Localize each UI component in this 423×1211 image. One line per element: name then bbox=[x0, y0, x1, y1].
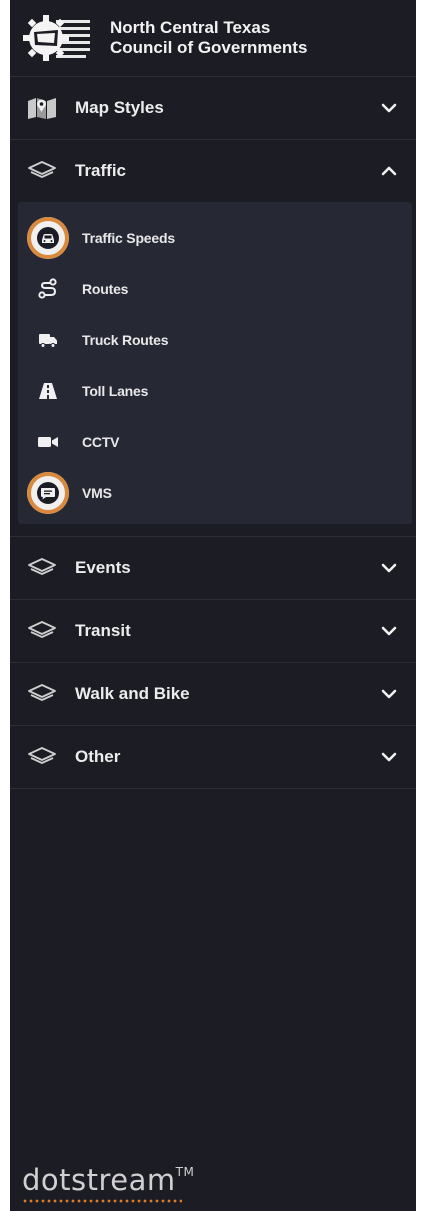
layer-item-label: Routes bbox=[82, 280, 129, 297]
chevron-up-icon[interactable] bbox=[380, 162, 398, 180]
chevron-down-icon[interactable] bbox=[380, 559, 398, 577]
traffic-sublist: Traffic Speeds Routes Truck Routes Toll … bbox=[18, 202, 412, 524]
layer-item-label: Truck Routes bbox=[82, 331, 169, 348]
layers-icon bbox=[26, 681, 58, 707]
section-events[interactable]: Events bbox=[10, 536, 416, 600]
sidebar-header: North Central Texas Council of Governmen… bbox=[10, 0, 416, 77]
dotstream-brand: dotstreamTM bbox=[22, 1163, 194, 1197]
map-icon bbox=[26, 95, 58, 121]
frame-left bbox=[0, 0, 10, 1211]
layers-icon bbox=[26, 618, 58, 644]
section-label: Traffic bbox=[75, 161, 127, 180]
section-label: Walk and Bike bbox=[75, 684, 190, 703]
section-label: Transit bbox=[75, 621, 131, 640]
chevron-down-icon[interactable] bbox=[380, 748, 398, 766]
brand-name: dotstream bbox=[22, 1163, 176, 1197]
chevron-down-icon[interactable] bbox=[380, 685, 398, 703]
road-icon bbox=[27, 370, 69, 412]
section-map-styles[interactable]: Map Styles bbox=[10, 77, 416, 140]
org-name: North Central Texas Council of Governmen… bbox=[110, 18, 307, 58]
section-label: Other bbox=[75, 747, 121, 766]
sidebar: North Central Texas Council of Governmen… bbox=[10, 0, 416, 1211]
truck-icon bbox=[27, 319, 69, 361]
layer-item-label: VMS bbox=[82, 484, 112, 501]
section-label: Events bbox=[75, 558, 131, 577]
car-icon bbox=[27, 216, 69, 259]
chevron-down-icon[interactable] bbox=[380, 622, 398, 640]
section-traffic[interactable]: Traffic bbox=[10, 140, 416, 202]
layers-icon bbox=[26, 555, 58, 581]
frame-right bbox=[416, 0, 423, 1211]
org-name-line2: Council of Governments bbox=[110, 38, 308, 57]
layer-item-vms[interactable]: VMS bbox=[18, 467, 412, 518]
layer-item-cctv[interactable]: CCTV bbox=[18, 416, 412, 467]
layers-icon bbox=[26, 158, 58, 184]
section-transit[interactable]: Transit bbox=[10, 600, 416, 663]
layer-item-label: CCTV bbox=[82, 433, 120, 450]
layer-item-routes[interactable]: Routes bbox=[18, 263, 412, 314]
nctcog-logo-icon[interactable] bbox=[22, 12, 92, 64]
trademark: TM bbox=[175, 1165, 195, 1179]
section-label: Map Styles bbox=[75, 98, 164, 117]
section-other[interactable]: Other bbox=[10, 726, 416, 789]
layer-item-truck-routes[interactable]: Truck Routes bbox=[18, 314, 412, 365]
route-icon bbox=[27, 268, 69, 310]
layer-item-toll-lanes[interactable]: Toll Lanes bbox=[18, 365, 412, 416]
brand-underline-dots bbox=[22, 1199, 182, 1203]
message-sign-icon bbox=[27, 471, 69, 514]
layer-item-label: Toll Lanes bbox=[82, 382, 149, 399]
section-walk-and-bike[interactable]: Walk and Bike bbox=[10, 663, 416, 726]
layer-item-traffic-speeds[interactable]: Traffic Speeds bbox=[18, 212, 412, 263]
layers-icon bbox=[26, 744, 58, 770]
chevron-down-icon[interactable] bbox=[380, 99, 398, 117]
video-camera-icon bbox=[27, 421, 69, 463]
layer-item-label: Traffic Speeds bbox=[82, 229, 175, 246]
org-name-line1: North Central Texas bbox=[110, 18, 271, 37]
